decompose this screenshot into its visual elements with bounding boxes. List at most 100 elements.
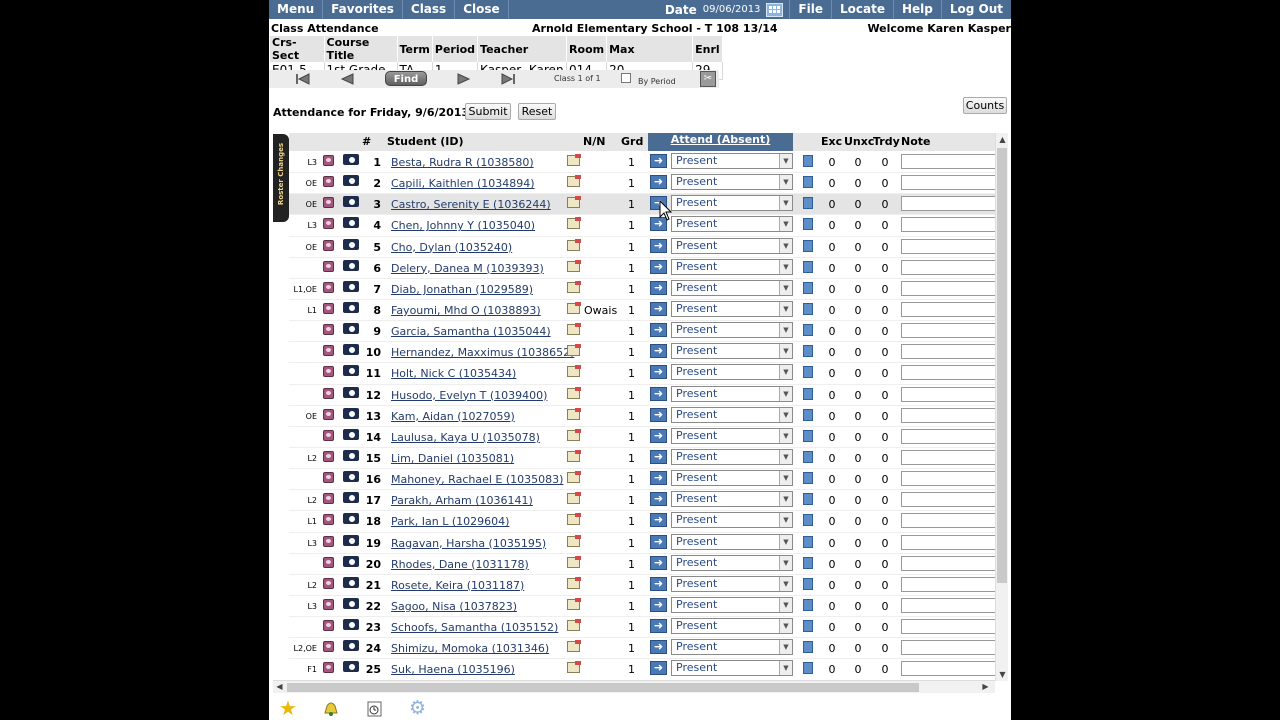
attendance-select[interactable]: Present ▼ <box>671 491 793 508</box>
star-icon[interactable]: ★ <box>279 698 299 718</box>
note-input[interactable] <box>901 576 995 592</box>
chevron-down-icon[interactable]: ▼ <box>779 407 792 422</box>
document-icon[interactable] <box>803 218 813 231</box>
document-icon[interactable] <box>803 408 813 421</box>
close-button[interactable]: Close <box>455 0 509 19</box>
notes-icon[interactable] <box>567 301 581 314</box>
chevron-down-icon[interactable]: ▼ <box>779 217 792 232</box>
camera-icon[interactable] <box>343 175 359 187</box>
note-input[interactable] <box>901 323 995 339</box>
attendance-select[interactable]: Present ▼ <box>671 258 793 275</box>
mark-arrow-icon[interactable]: ➜ <box>650 640 667 655</box>
attendance-select[interactable]: Present ▼ <box>671 618 793 635</box>
mark-arrow-icon[interactable]: ➜ <box>650 661 667 676</box>
student-photo-icon[interactable] <box>323 662 334 674</box>
student-name-link[interactable]: Mahoney, Rachael E (1035083) <box>391 473 563 486</box>
camera-icon[interactable] <box>343 154 359 165</box>
notes-icon[interactable] <box>567 175 581 188</box>
previous-icon[interactable] <box>339 72 355 86</box>
note-input[interactable] <box>901 365 995 381</box>
attendance-select[interactable]: Present ▼ <box>671 279 793 296</box>
first-icon[interactable] <box>295 72 311 86</box>
student-photo-icon[interactable] <box>323 641 334 653</box>
note-input[interactable] <box>901 238 995 254</box>
student-photo-icon[interactable] <box>323 429 334 441</box>
roster-changes-tab[interactable]: Roster Changes <box>273 134 289 222</box>
student-name-link[interactable]: Diab, Jonathan (1029589) <box>391 283 533 296</box>
attendance-select[interactable]: Present ▼ <box>671 596 793 613</box>
document-icon[interactable] <box>803 620 813 633</box>
camera-icon[interactable] <box>343 428 359 440</box>
mark-arrow-icon[interactable]: ➜ <box>650 301 667 316</box>
student-photo-icon[interactable] <box>323 260 334 272</box>
chevron-down-icon[interactable]: ▼ <box>779 344 792 359</box>
notes-icon[interactable] <box>567 555 581 568</box>
attendance-select[interactable]: Present ▼ <box>671 575 793 592</box>
camera-icon[interactable] <box>343 640 359 652</box>
notes-icon[interactable] <box>567 344 581 357</box>
student-name-link[interactable]: Parakh, Arham (1036141) <box>391 494 533 507</box>
notes-icon[interactable] <box>567 196 581 209</box>
student-name-link[interactable]: Besta, Rudra R (1038580) <box>391 156 534 169</box>
student-name-link[interactable]: Rosete, Keira (1031187) <box>391 579 524 592</box>
last-icon[interactable] <box>500 72 516 86</box>
mark-arrow-icon[interactable]: ➜ <box>650 344 667 359</box>
help-button[interactable]: Help <box>892 0 941 19</box>
attendance-select[interactable]: Present ▼ <box>671 195 793 212</box>
gear-icon[interactable]: ⚙ <box>409 698 429 718</box>
camera-icon[interactable] <box>343 534 359 546</box>
camera-icon[interactable] <box>343 196 359 208</box>
note-input[interactable] <box>901 471 995 487</box>
notes-icon[interactable] <box>567 640 581 653</box>
chevron-down-icon[interactable]: ▼ <box>779 597 792 612</box>
student-photo-icon[interactable] <box>323 493 334 505</box>
mark-arrow-icon[interactable]: ➜ <box>650 555 667 570</box>
student-photo-icon[interactable] <box>323 387 334 399</box>
note-input[interactable] <box>901 555 995 571</box>
mark-arrow-icon[interactable]: ➜ <box>650 576 667 591</box>
mark-arrow-icon[interactable]: ➜ <box>650 365 667 380</box>
student-name-link[interactable]: Laulusa, Kaya U (1035078) <box>391 431 540 444</box>
note-input[interactable] <box>901 259 995 275</box>
file-button[interactable]: File <box>789 0 831 19</box>
chevron-down-icon[interactable]: ▼ <box>779 301 792 316</box>
chevron-down-icon[interactable]: ▼ <box>779 534 792 549</box>
student-photo-icon[interactable] <box>323 620 334 632</box>
note-input[interactable] <box>901 534 995 550</box>
student-name-link[interactable]: Fayoumi, Mhd O (1038893) <box>391 304 541 317</box>
camera-icon[interactable] <box>343 492 359 504</box>
clock-icon[interactable] <box>365 698 385 718</box>
camera-icon[interactable] <box>343 217 359 229</box>
student-photo-icon[interactable] <box>323 324 334 336</box>
counts-button[interactable]: Counts <box>963 97 1007 114</box>
attendance-select[interactable]: Present ▼ <box>671 512 793 529</box>
attendance-select[interactable]: Present ▼ <box>671 427 793 444</box>
notes-icon[interactable] <box>567 428 581 441</box>
document-icon[interactable] <box>803 302 813 315</box>
scroll-right-icon[interactable]: ▶ <box>979 682 992 691</box>
chevron-down-icon[interactable]: ▼ <box>779 259 792 274</box>
mark-arrow-icon[interactable]: ➜ <box>650 428 667 443</box>
mark-arrow-icon[interactable]: ➜ <box>650 513 667 528</box>
camera-icon[interactable] <box>343 661 359 673</box>
chevron-down-icon[interactable]: ▼ <box>779 555 792 570</box>
notes-icon[interactable] <box>567 576 581 589</box>
document-icon[interactable] <box>803 472 813 485</box>
chevron-down-icon[interactable]: ▼ <box>779 492 792 507</box>
notes-icon[interactable] <box>567 471 581 484</box>
chevron-down-icon[interactable]: ▼ <box>779 449 792 464</box>
chevron-down-icon[interactable]: ▼ <box>779 196 792 211</box>
notes-icon[interactable] <box>567 597 581 610</box>
camera-icon[interactable] <box>343 323 359 335</box>
camera-icon[interactable] <box>343 280 359 292</box>
scroll-down-icon[interactable]: ▼ <box>996 670 1009 679</box>
mark-arrow-icon[interactable]: ➜ <box>650 238 667 253</box>
notes-icon[interactable] <box>567 407 581 420</box>
attendance-select[interactable]: Present ▼ <box>671 300 793 317</box>
chevron-down-icon[interactable]: ▼ <box>779 154 792 168</box>
attendance-select[interactable]: Present ▼ <box>671 174 793 191</box>
student-photo-icon[interactable] <box>323 598 334 610</box>
notes-icon[interactable] <box>567 492 581 505</box>
attendance-select[interactable]: Present ▼ <box>671 533 793 550</box>
chevron-down-icon[interactable]: ▼ <box>779 280 792 295</box>
